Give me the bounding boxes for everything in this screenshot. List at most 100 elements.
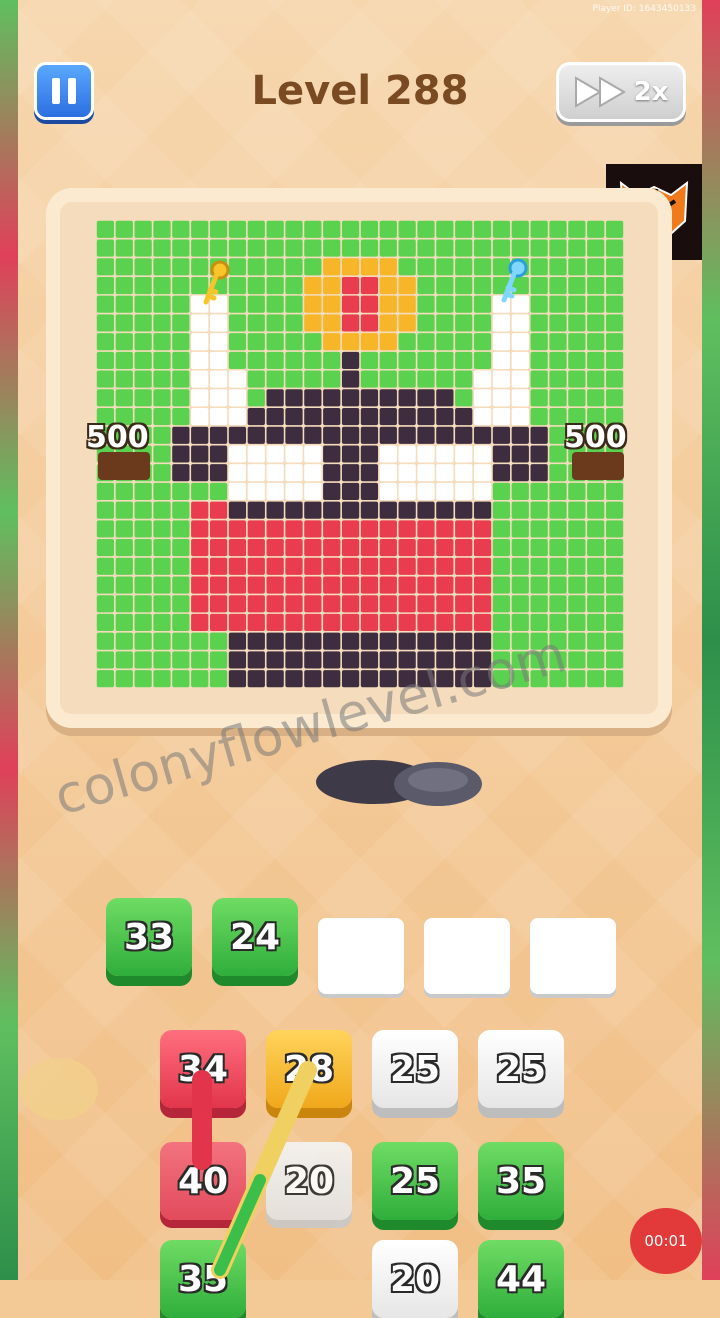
pixel-cell xyxy=(417,539,435,557)
grid-tile[interactable]: 34 xyxy=(160,1030,246,1108)
slot-tile[interactable]: 33 xyxy=(106,898,192,976)
grid-tile[interactable]: 40 xyxy=(160,1142,246,1220)
player-id: Player ID: 1643450133 xyxy=(592,4,696,14)
pixel-cell xyxy=(304,557,322,575)
pixel-cell xyxy=(417,333,435,351)
pixel-cell xyxy=(379,576,397,594)
pixel-cell xyxy=(436,351,454,369)
pixel-cell xyxy=(153,595,171,613)
pixel-cell xyxy=(228,613,247,632)
pixel-cell xyxy=(153,613,171,632)
slot-tile[interactable]: 24 xyxy=(212,898,298,976)
pixel-cell xyxy=(436,520,454,538)
pixel-cell xyxy=(530,520,548,538)
pixel-cell xyxy=(473,276,492,295)
pixel-cell xyxy=(323,220,341,238)
speed-button[interactable]: 2x xyxy=(556,62,686,122)
pixel-cell xyxy=(191,501,209,519)
pixel-cell xyxy=(530,258,548,276)
pixel-cell xyxy=(266,276,284,295)
conveyor-disc xyxy=(316,760,482,806)
pixel-cell xyxy=(530,295,548,313)
pixel-cell xyxy=(587,351,605,369)
grid-tile[interactable]: 20 xyxy=(372,1240,458,1318)
pixel-cell xyxy=(360,520,379,538)
grid-tile[interactable]: 25 xyxy=(372,1142,458,1220)
grid-tile[interactable]: 35 xyxy=(160,1240,246,1318)
pixel-cell xyxy=(247,426,265,444)
pixel-cell xyxy=(379,651,397,669)
pixel-cell xyxy=(285,670,303,688)
pixel-cell xyxy=(360,595,379,613)
pixel-cell xyxy=(228,595,247,613)
pixel-cell xyxy=(153,276,171,295)
pixel-cell xyxy=(266,482,284,500)
grid-tile[interactable]: 25 xyxy=(478,1030,564,1108)
pixel-cell xyxy=(134,370,152,388)
pixel-cell xyxy=(285,389,303,407)
brown-ledge-right xyxy=(572,452,624,480)
pixel-cell xyxy=(153,464,171,482)
pixel-cell xyxy=(455,408,473,426)
pixel-cell xyxy=(266,520,284,538)
pixel-cell xyxy=(304,314,322,332)
pixel-cell xyxy=(398,595,416,613)
grid-tile[interactable]: 44 xyxy=(478,1240,564,1318)
pixel-cell xyxy=(341,276,360,295)
pixel-cell xyxy=(379,351,397,369)
grid-tile[interactable]: 20 xyxy=(266,1142,352,1220)
pixel-cell xyxy=(492,613,511,632)
pixel-cell xyxy=(134,351,152,369)
pixel-cell xyxy=(323,370,341,388)
pixel-cell xyxy=(323,464,341,482)
pixel-cell xyxy=(115,239,133,257)
pixel-cell xyxy=(417,426,435,444)
pixel-cell xyxy=(587,333,605,351)
pixel-cell xyxy=(228,632,247,650)
pixel-cell xyxy=(96,276,115,295)
pixel-cell xyxy=(304,295,322,313)
pixel-cell xyxy=(209,370,228,388)
pixel-cell xyxy=(285,351,303,369)
pixel-cell xyxy=(134,632,152,650)
score-label-left: 500 xyxy=(86,420,149,455)
speed-label: 2x xyxy=(633,77,669,107)
pixel-cell xyxy=(511,239,529,257)
pixel-cell xyxy=(605,239,624,257)
pixel-cell xyxy=(323,501,341,519)
pixel-cell xyxy=(341,426,360,444)
pixel-cell xyxy=(587,482,605,500)
pixel-cell xyxy=(379,445,397,463)
pixel-cell xyxy=(549,464,567,482)
pixel-cell xyxy=(341,539,360,557)
pixel-cell xyxy=(549,389,567,407)
pixel-cell xyxy=(605,520,624,538)
grid-tile[interactable]: 28 xyxy=(266,1030,352,1108)
pixel-cell xyxy=(96,576,115,594)
pixel-cell xyxy=(511,520,529,538)
pixel-cell xyxy=(209,445,228,463)
grid-tile[interactable]: 25 xyxy=(372,1030,458,1108)
pixel-cell xyxy=(153,576,171,594)
pixel-cell xyxy=(360,557,379,575)
pixel-cell xyxy=(115,557,133,575)
pixel-cell xyxy=(266,295,284,313)
pixel-cell xyxy=(398,445,416,463)
pixel-cell xyxy=(417,314,435,332)
pixel-cell xyxy=(247,539,265,557)
pixel-cell xyxy=(115,539,133,557)
pixel-cell xyxy=(96,389,115,407)
pixel-cell xyxy=(323,276,341,295)
pixel-cell xyxy=(323,295,341,313)
background-tree xyxy=(20,1058,98,1120)
pixel-cell xyxy=(379,370,397,388)
grid-tile[interactable]: 35 xyxy=(478,1142,564,1220)
pixel-cell xyxy=(96,632,115,650)
pixel-cell xyxy=(341,220,360,238)
pixel-cell xyxy=(511,408,529,426)
pixel-cell xyxy=(341,239,360,257)
pixel-cell xyxy=(115,351,133,369)
pixel-cell xyxy=(172,295,190,313)
pixel-cell xyxy=(172,276,190,295)
pixel-cell xyxy=(304,595,322,613)
